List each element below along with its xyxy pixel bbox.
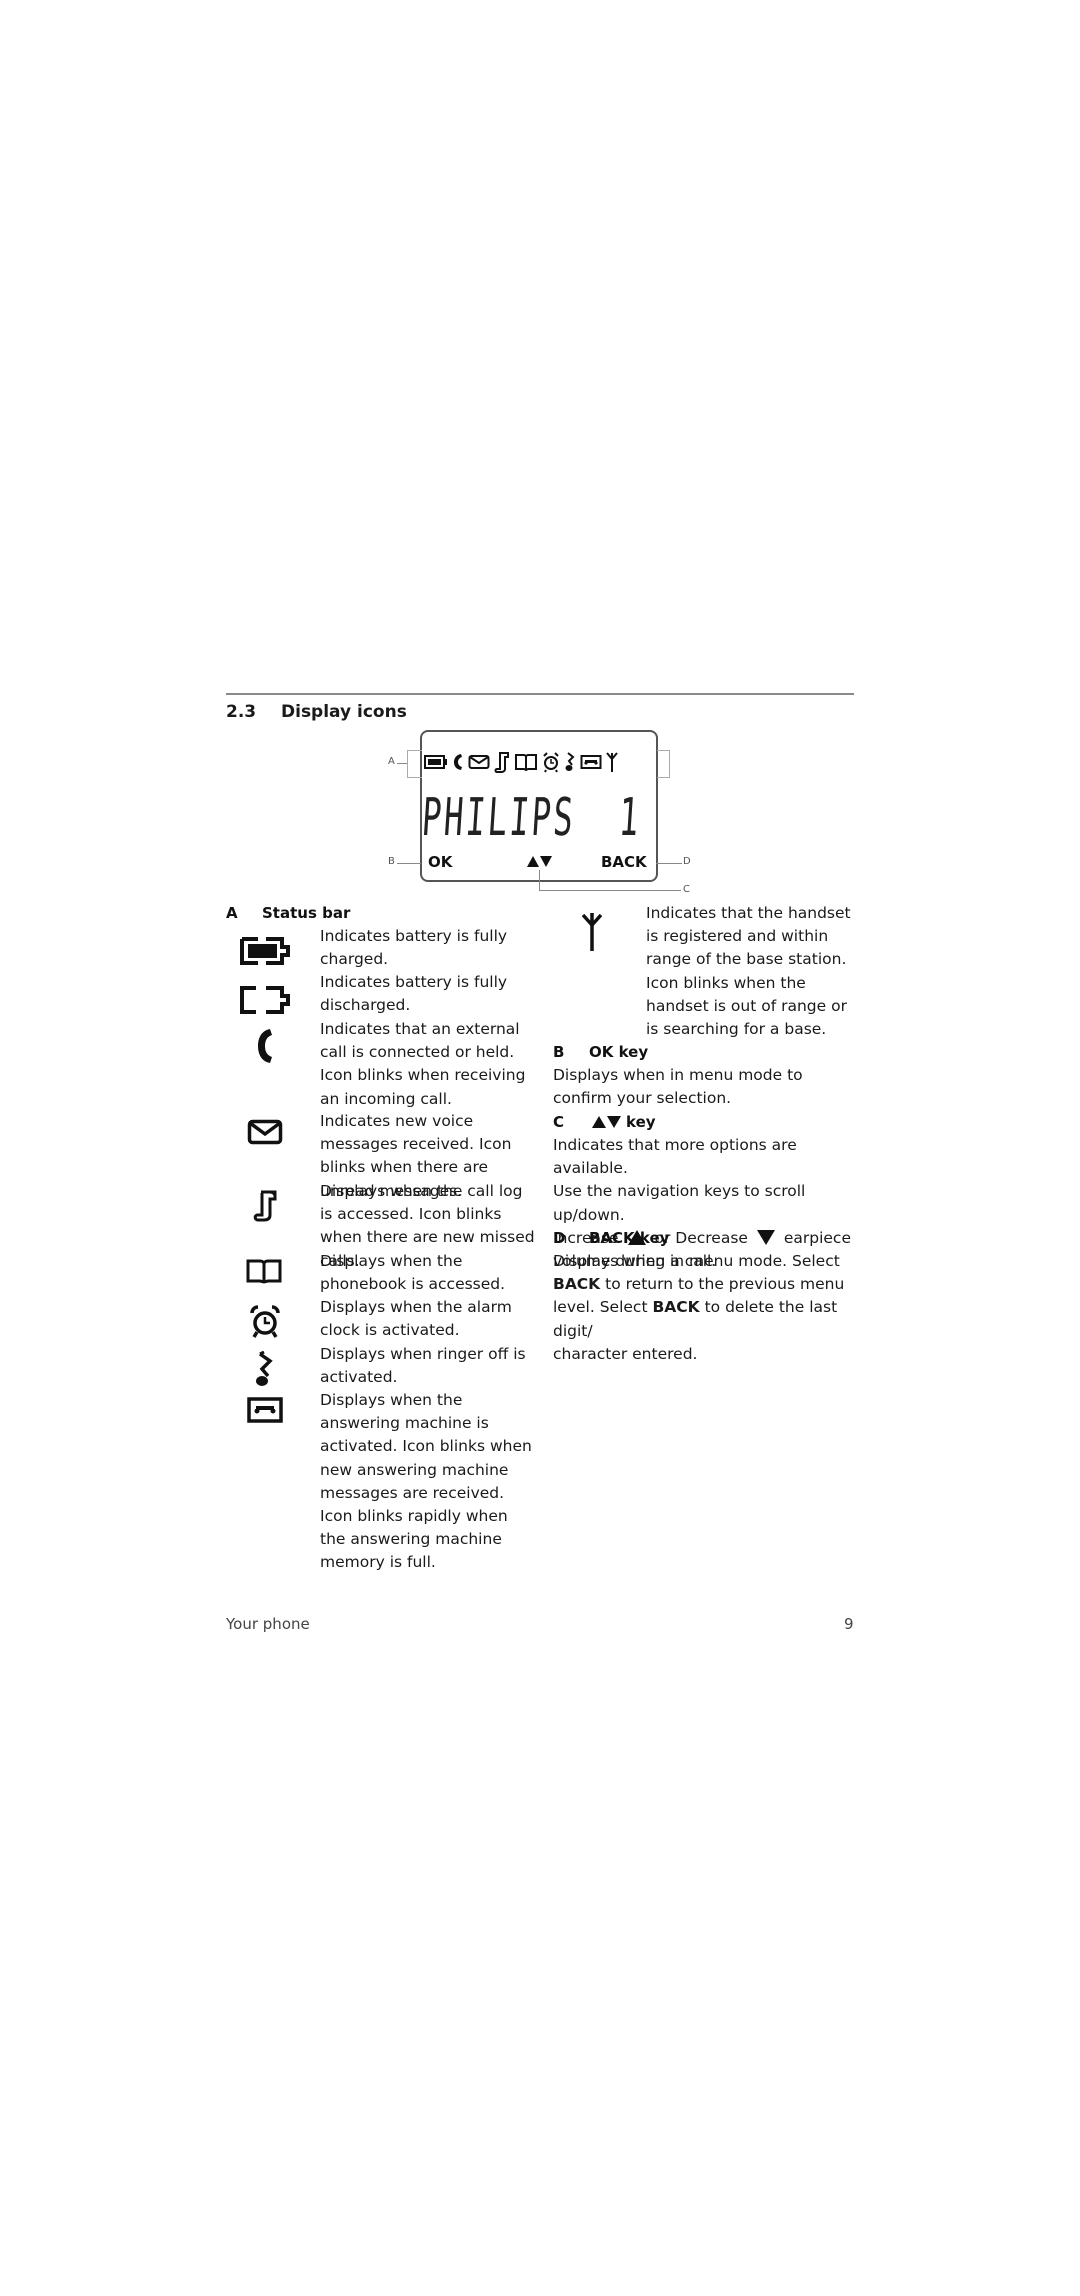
antenna-icon xyxy=(578,910,606,954)
ringer-off-icon xyxy=(252,1350,278,1390)
callout-c-line-h xyxy=(539,890,681,891)
back-key-letter: D xyxy=(553,1229,566,1247)
back-bold: BACK xyxy=(553,1275,601,1294)
up-arrow-icon xyxy=(592,1116,606,1128)
down-arrow-icon xyxy=(756,1229,775,1245)
lcd-ok-label: OK xyxy=(428,853,453,871)
back-key-text: level. Select xyxy=(553,1298,648,1317)
call-log-icon xyxy=(494,752,509,773)
status-item-text: Indicates battery is fully discharged. xyxy=(320,973,508,1015)
status-item-text: Displays when ringer off is activated. xyxy=(320,1345,526,1387)
nav-key-heading: key xyxy=(592,1113,656,1131)
nav-key-text: earpiece xyxy=(783,1228,851,1247)
callout-d-line xyxy=(656,863,682,864)
down-arrow-icon xyxy=(540,856,552,867)
back-key-description: Displays when in menu mode. Select BACK … xyxy=(553,1250,873,1366)
status-item-text: Indicates battery is fully charged. xyxy=(320,927,508,969)
callout-c: C xyxy=(683,884,690,895)
callout-bracket-left xyxy=(407,750,422,778)
status-item-text: Displays when the phonebook is accessed. xyxy=(320,1252,506,1294)
section-rule xyxy=(226,693,854,695)
status-item-text: Indicates that an external call is conne… xyxy=(320,1020,526,1108)
nav-key-title: key xyxy=(626,1113,656,1131)
back-key-line: Displays when in menu mode. Select xyxy=(553,1252,840,1270)
book-icon xyxy=(515,754,537,771)
status-item-text: Displays when the answering machine is a… xyxy=(320,1391,532,1572)
ringer-off-icon xyxy=(565,752,575,771)
ok-key-description: Displays when in menu mode to confirm yo… xyxy=(553,1066,803,1108)
antenna-icon xyxy=(606,752,618,772)
page-number: 9 xyxy=(844,1615,854,1633)
ok-key-letter: B xyxy=(553,1043,565,1061)
alarm-clock-icon xyxy=(248,1304,282,1340)
callout-c-line-v xyxy=(539,870,540,890)
back-key-title: BACK key xyxy=(589,1229,670,1247)
tape-icon xyxy=(246,1396,284,1424)
callout-d: D xyxy=(683,856,691,867)
lcd-text: PHILIPS 1 xyxy=(420,788,643,848)
battery-full-icon xyxy=(424,755,447,769)
envelope-icon xyxy=(246,1118,284,1146)
lcd-back-label: BACK xyxy=(601,853,647,871)
section-title: Display icons xyxy=(281,702,407,722)
footer-section-name: Your phone xyxy=(226,1615,310,1633)
up-arrow-icon xyxy=(527,856,539,867)
battery-full-icon xyxy=(238,934,292,968)
battery-empty-icon xyxy=(238,984,292,1016)
nav-key-line: Indicates that more options are availabl… xyxy=(553,1136,797,1178)
callout-b-line xyxy=(397,863,421,864)
down-arrow-icon xyxy=(607,1116,621,1128)
callout-b: B xyxy=(388,856,395,867)
phone-handset-icon xyxy=(252,1026,278,1066)
book-icon xyxy=(244,1258,284,1284)
call-log-icon xyxy=(250,1188,280,1224)
callout-a: A xyxy=(388,756,395,767)
alarm-clock-icon xyxy=(543,752,559,773)
status-bar-letter: A xyxy=(226,904,238,922)
callout-a-line xyxy=(397,763,407,764)
section-number: 2.3 xyxy=(226,702,257,722)
envelope-icon xyxy=(468,755,490,769)
status-bar-title: Status bar xyxy=(262,904,351,922)
back-key-line: level. Select BACK to delete the last di… xyxy=(553,1296,873,1342)
back-bold: BACK xyxy=(652,1298,700,1317)
status-item-text: Displays when the alarm clock is activat… xyxy=(320,1298,512,1340)
back-key-line: BACK to return to the previous menu xyxy=(553,1273,873,1296)
back-key-text: to return to the previous menu xyxy=(605,1275,845,1294)
lcd-nav-arrows xyxy=(527,856,552,867)
ok-key-title: OK key xyxy=(589,1043,649,1061)
status-item-text: Indicates that the handset is registered… xyxy=(646,904,851,1039)
nav-key-line: Use the navigation keys to scroll up/dow… xyxy=(553,1182,806,1224)
tape-icon xyxy=(580,755,602,769)
lcd-status-icons xyxy=(424,749,664,775)
phone-handset-icon xyxy=(454,754,462,770)
nav-key-letter: C xyxy=(553,1113,565,1131)
back-key-line: character entered. xyxy=(553,1344,698,1363)
